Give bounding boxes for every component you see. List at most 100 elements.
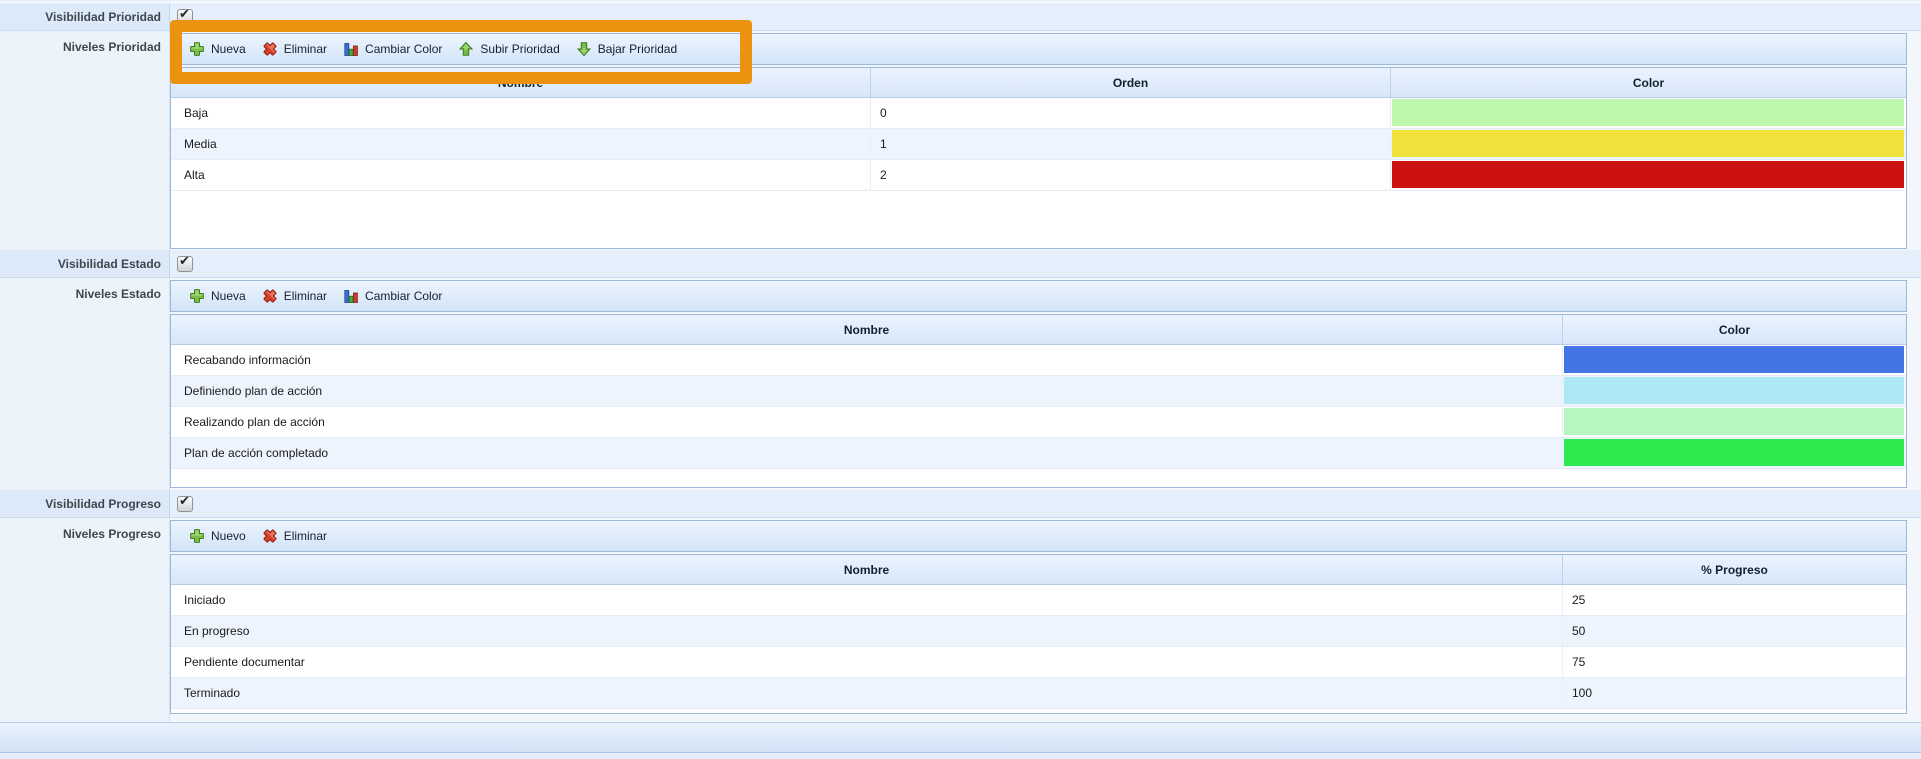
- delete-icon: [262, 288, 278, 304]
- prioridad-table-row[interactable]: Alta2: [171, 160, 1906, 191]
- estado-table-row[interactable]: Realizando plan de acción: [171, 407, 1906, 438]
- prioridad-visibility-checkbox[interactable]: [177, 9, 193, 25]
- color-cell: [1563, 345, 1906, 375]
- toolbar-button-nueva[interactable]: Nueva: [181, 285, 254, 307]
- estado-toolbar: Nueva Eliminar Cambiar Color: [170, 280, 1907, 312]
- delete-icon: [262, 41, 278, 57]
- color-swatch: [1392, 99, 1904, 126]
- cell-nombre: Plan de acción completado: [171, 438, 1563, 468]
- prioridad-table-row[interactable]: Baja0: [171, 98, 1906, 129]
- cell-progreso: 100: [1563, 678, 1906, 708]
- column-header-progreso[interactable]: % Progreso: [1563, 555, 1906, 584]
- color-cell: [1391, 98, 1906, 128]
- column-header-orden[interactable]: Orden: [871, 68, 1391, 97]
- colors-chart-icon: [343, 41, 359, 57]
- toolbar-button-label: Eliminar: [284, 42, 327, 56]
- visibility-row-content: [170, 490, 1921, 517]
- levels-row: Niveles Prioridad NuevaEliminarCambiar C…: [0, 31, 1921, 250]
- estado-visibility-checkbox[interactable]: [177, 256, 193, 272]
- progreso-table-row[interactable]: En progreso50: [171, 616, 1906, 647]
- toolbar-button-label: Nueva: [211, 289, 246, 303]
- toolbar-button-label: Bajar Prioridad: [598, 42, 677, 56]
- visibilidad-estado-label: Visibilidad Estado: [0, 250, 170, 277]
- color-swatch: [1564, 439, 1904, 466]
- cell-nombre: Pendiente documentar: [171, 647, 1563, 677]
- estado-table-row[interactable]: Plan de acción completado: [171, 438, 1906, 469]
- levels-grid: NombreColor Recabando informaciónDefinie…: [170, 314, 1907, 488]
- toolbar-button-cambiar-color[interactable]: Cambiar Color: [335, 38, 450, 60]
- visibility-row-content: [170, 250, 1921, 277]
- grid-body: Baja0Media1Alta2: [171, 98, 1906, 191]
- toolbar-button-eliminar[interactable]: Eliminar: [254, 285, 335, 307]
- visibilidad-progreso-label: Visibilidad Progreso: [0, 490, 170, 517]
- toolbar-button-eliminar[interactable]: Eliminar: [254, 525, 335, 547]
- color-swatch: [1392, 161, 1904, 188]
- column-header-color[interactable]: Color: [1563, 315, 1906, 344]
- arrow-up-icon: [458, 41, 474, 57]
- toolbar-button-cambiar-color[interactable]: Cambiar Color: [335, 285, 450, 307]
- footer-bar: [0, 722, 1921, 753]
- grid-header-row: NombreColor: [171, 315, 1906, 345]
- cell-progreso: 50: [1563, 616, 1906, 646]
- cell-nombre: Media: [171, 129, 871, 159]
- toolbar-button-eliminar[interactable]: Eliminar: [254, 38, 335, 60]
- cell-progreso: 75: [1563, 647, 1906, 677]
- toolbar-button-subir-prioridad[interactable]: Subir Prioridad: [450, 38, 567, 60]
- toolbar-button-nuevo[interactable]: Nuevo: [181, 525, 254, 547]
- levels-row: Niveles Progreso Nuevo Eliminar Nombre% P…: [0, 518, 1921, 722]
- progreso-toolbar: Nuevo Eliminar: [170, 520, 1907, 552]
- cell-nombre: Terminado: [171, 678, 1563, 708]
- progreso-table-row[interactable]: Iniciado25: [171, 585, 1906, 616]
- toolbar-button-label: Subir Prioridad: [480, 42, 559, 56]
- grid-header-row: Nombre% Progreso: [171, 555, 1906, 585]
- toolbar-button-label: Cambiar Color: [365, 42, 442, 56]
- progreso-table-row[interactable]: Terminado100: [171, 678, 1906, 709]
- levels-content: Nuevo Eliminar Nombre% Progreso Iniciado2…: [170, 518, 1921, 722]
- cell-nombre: Recabando información: [171, 345, 1563, 375]
- visibility-row: Visibilidad Progreso: [0, 490, 1921, 518]
- visibility-row: Visibilidad Estado: [0, 250, 1921, 278]
- cell-nombre: Alta: [171, 160, 871, 190]
- add-icon: [189, 528, 205, 544]
- color-cell: [1563, 438, 1906, 468]
- visibility-row: Visibilidad Prioridad: [0, 3, 1921, 31]
- add-icon: [189, 41, 205, 57]
- cell-nombre: Baja: [171, 98, 871, 128]
- cell-nombre: Iniciado: [171, 585, 1563, 615]
- estado-table-row[interactable]: Definiendo plan de acción: [171, 376, 1906, 407]
- grid-header-row: NombreOrdenColor: [171, 68, 1906, 98]
- niveles-estado-label: Niveles Estado: [0, 278, 170, 490]
- color-swatch: [1392, 130, 1904, 157]
- cell-orden: 1: [871, 129, 1391, 159]
- niveles-progreso-label: Niveles Progreso: [0, 518, 170, 722]
- color-cell: [1563, 407, 1906, 437]
- column-header-color[interactable]: Color: [1391, 68, 1906, 97]
- grid-body: Recabando informaciónDefiniendo plan de …: [171, 345, 1906, 469]
- progreso-visibility-checkbox[interactable]: [177, 496, 193, 512]
- arrow-down-icon: [576, 41, 592, 57]
- prioridad-table-row[interactable]: Media1: [171, 129, 1906, 160]
- prioridad-toolbar: Nueva Eliminar Cambiar Color Subir Priorida…: [170, 33, 1907, 65]
- toolbar-button-label: Nuevo: [211, 529, 246, 543]
- color-swatch: [1564, 408, 1904, 435]
- visibilidad-prioridad-label: Visibilidad Prioridad: [0, 3, 170, 30]
- toolbar-button-label: Nueva: [211, 42, 246, 56]
- toolbar-button-nueva[interactable]: Nueva: [181, 38, 254, 60]
- add-icon: [189, 288, 205, 304]
- delete-icon: [262, 528, 278, 544]
- levels-grid: Nombre% Progreso Iniciado25En progreso50…: [170, 554, 1907, 714]
- column-header-nombre[interactable]: Nombre: [171, 315, 1563, 344]
- bottom-edge-strip: [0, 753, 1921, 759]
- cell-nombre: En progreso: [171, 616, 1563, 646]
- estado-table-row[interactable]: Recabando información: [171, 345, 1906, 376]
- settings-page: Visibilidad Prioridad Niveles Prioridad …: [0, 0, 1921, 759]
- column-header-nombre[interactable]: Nombre: [171, 555, 1563, 584]
- toolbar-button-label: Cambiar Color: [365, 289, 442, 303]
- cell-nombre: Realizando plan de acción: [171, 407, 1563, 437]
- levels-grid: NombreOrdenColor Baja0Media1Alta2: [170, 67, 1907, 249]
- cell-orden: 2: [871, 160, 1391, 190]
- color-swatch: [1564, 346, 1904, 373]
- column-header-nombre[interactable]: Nombre: [171, 68, 871, 97]
- toolbar-button-bajar-prioridad[interactable]: Bajar Prioridad: [568, 38, 685, 60]
- progreso-table-row[interactable]: Pendiente documentar75: [171, 647, 1906, 678]
